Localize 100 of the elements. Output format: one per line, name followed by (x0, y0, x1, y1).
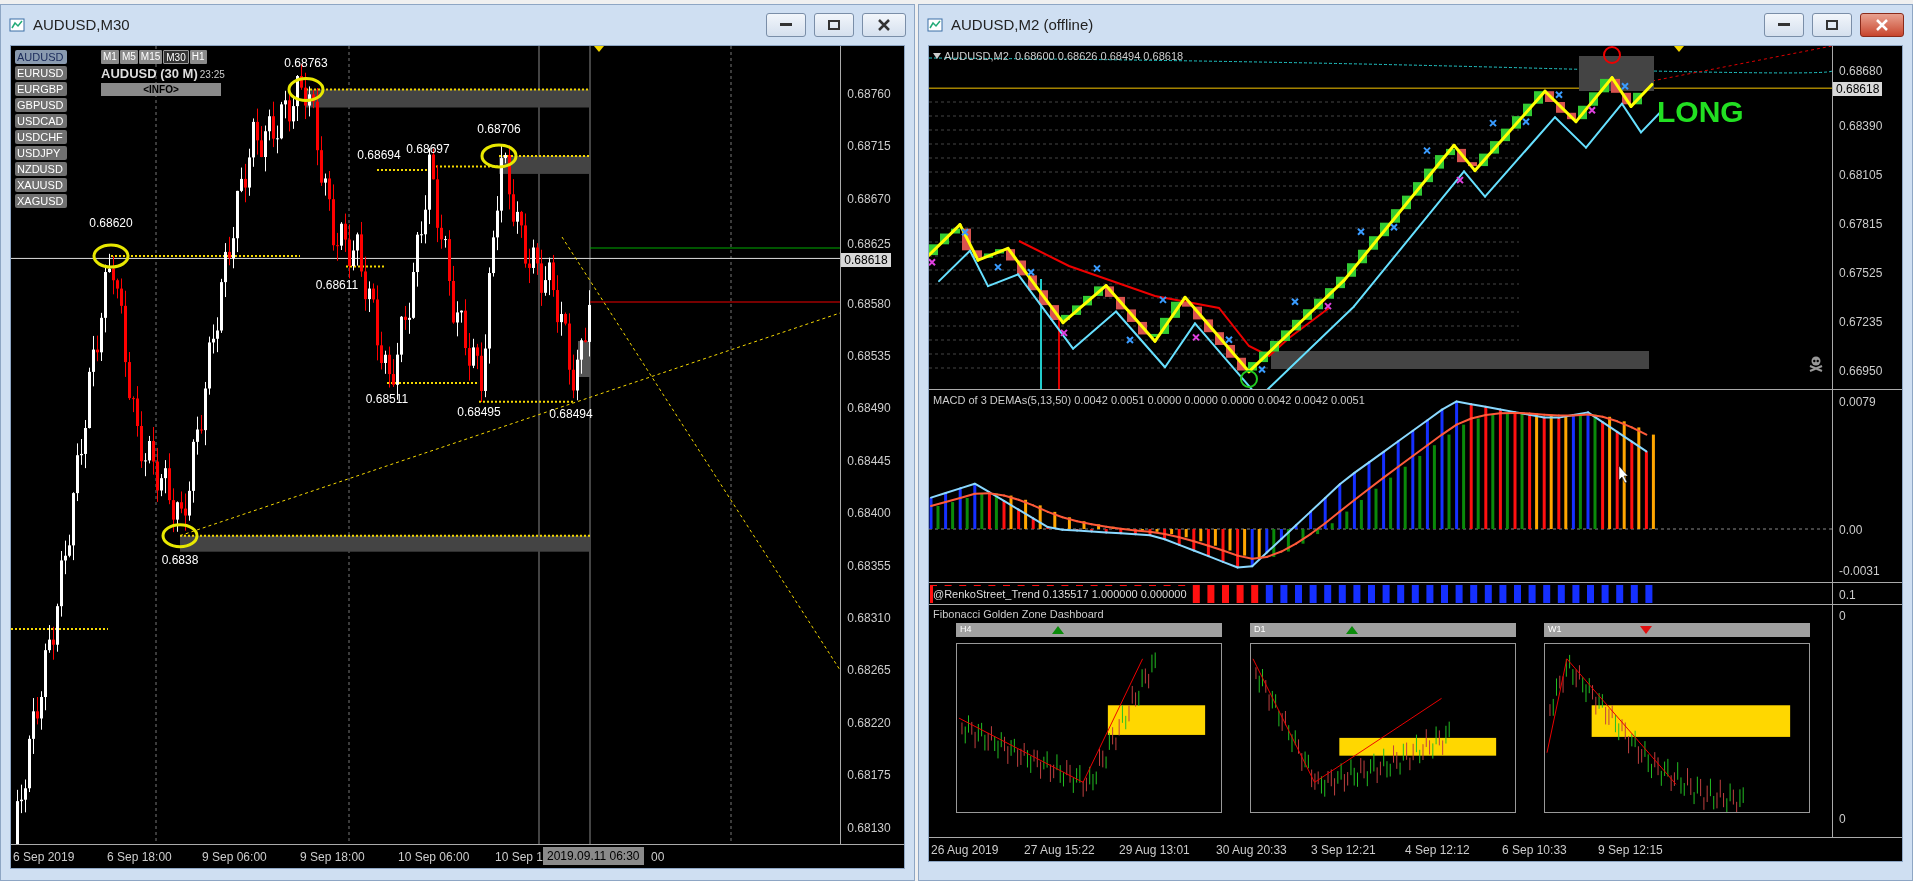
price-level-line (345, 265, 386, 268)
chart-window-icon (9, 17, 25, 33)
close-button[interactable] (862, 13, 906, 37)
price-axis-label: 0.68680 (1839, 63, 1883, 80)
price-label: 0.68611 (315, 277, 359, 294)
highlight-ellipse (92, 243, 130, 269)
window-title: AUDUSD,M30 (33, 14, 131, 35)
close-button[interactable] (1860, 13, 1904, 37)
sell-signal-circle (1603, 46, 1621, 64)
price-label: 0.68511 (365, 391, 409, 408)
price-label: 0.68694 (357, 147, 401, 164)
time-axis-label: 4 Sep 12:12 (1405, 842, 1470, 859)
maximize-button[interactable] (814, 13, 854, 37)
time-axis-label: 29 Aug 13:01 (1119, 842, 1190, 859)
price-axis-label: 0.67525 (1839, 265, 1883, 282)
price-axis-label: 0.68175 (847, 767, 891, 785)
price-axis-label: 0.68760 (847, 86, 891, 103)
time-axis-label: 6 Sep 10:33 (1502, 842, 1567, 859)
symbol-button[interactable]: USDCAD (15, 114, 67, 128)
time-axis-label: 6 Sep 2019 (13, 849, 75, 866)
timeframe-button[interactable]: M1 (101, 50, 119, 64)
highlight-ellipse (480, 143, 518, 169)
price-axis-label: 0.67235 (1839, 314, 1883, 331)
price-axis-label: 0.67815 (1839, 216, 1883, 233)
symbol-button[interactable]: GBPUSD (15, 98, 67, 112)
current-price-badge: 0.68618 (1833, 82, 1883, 97)
price-label: 0.68620 (89, 215, 133, 232)
timeframe-label: D1 (1253, 623, 1267, 637)
price-axis-label: 0.68580 (847, 295, 891, 313)
time-axis-label: 9 Sep 06:00 (202, 849, 267, 866)
time-axis-label: 27 Aug 15:22 (1024, 842, 1095, 859)
time-axis-label: 26 Aug 2019 (931, 842, 999, 859)
price-axis-label: 0.68220 (847, 714, 891, 732)
dashboard-axis-label: 0 (1839, 811, 1846, 828)
window-title: AUDUSD,M2 (offline) (951, 14, 1095, 35)
close-icon (1875, 19, 1889, 31)
price-axis-label: 0.68390 (1839, 118, 1883, 135)
chart-window-icon (927, 17, 943, 33)
symbol-button[interactable]: USDJPY (15, 146, 67, 160)
symbol-button[interactable]: XAUUSD (15, 178, 67, 192)
minimize-icon (780, 23, 792, 27)
price-axis-label: 0.68355 (847, 557, 891, 575)
price-axis-label: 0.68130 (847, 819, 891, 837)
time-axis-label: 9 Sep 18:00 (300, 849, 365, 866)
maximize-button[interactable] (1812, 13, 1852, 37)
chart-header: AUDUSD,M2 0.68600 0.68626 0.68494 0.68618 (944, 49, 1184, 64)
symbol-button[interactable]: NZDUSD (15, 162, 67, 176)
timeframe-button[interactable]: H1 (189, 50, 207, 64)
macd-axis-label: 0.00 (1839, 522, 1863, 539)
time-axis-label: 10 Sep 06:00 (398, 849, 470, 866)
timeframe-button[interactable]: M30 (163, 50, 189, 64)
price-axis-label: 0.68310 (847, 610, 891, 627)
price-label: 0.68495 (457, 404, 501, 421)
price-label: 0.6838 (161, 552, 199, 569)
minimize-icon (1778, 23, 1790, 27)
minimize-button[interactable] (1764, 13, 1804, 37)
skull-icon (1809, 356, 1823, 372)
price-label: 0.68494 (549, 406, 593, 423)
maximize-icon (1826, 20, 1838, 30)
maximize-icon (828, 20, 840, 30)
signal-label: LONG (1657, 96, 1744, 128)
time-axis-label: 9 Sep 12:15 (1598, 842, 1663, 859)
trend-header: @RenkoStreet_Trend 0.135517 1.000000 0.000000 (933, 586, 1187, 603)
price-axis-label: 0.66950 (1839, 363, 1883, 380)
time-axis-label: 3 Sep 12:21 (1311, 842, 1376, 859)
macd-axis-label: 0.0079 (1839, 394, 1876, 411)
price-axis-label: 0.68265 (847, 662, 891, 680)
timeframe-button[interactable]: M5 (119, 50, 138, 64)
price-axis-label: 0.68400 (847, 505, 891, 523)
close-icon (877, 19, 891, 31)
minimize-button[interactable] (766, 13, 806, 37)
time-axis-label: 00 (651, 849, 665, 866)
timeframe-label: H4 (959, 623, 973, 637)
price-label: 0.68763 (284, 55, 328, 72)
time-axis-label: 6 Sep 18:00 (107, 849, 172, 866)
symbol-button[interactable]: EURGBP (15, 82, 67, 96)
symbol-button[interactable]: XAGUSD (15, 194, 67, 208)
price-axis-label: 0.68670 (847, 190, 891, 208)
symbol-button[interactable]: AUDUSD (15, 50, 67, 64)
mouse-cursor-icon (1618, 465, 1629, 484)
time-cursor-badge: 2019.09.11 06:30 (543, 847, 644, 865)
bar-timer: 23:25 (199, 69, 225, 81)
time-axis-label: 30 Aug 20:33 (1216, 842, 1287, 859)
highlight-ellipse (161, 523, 199, 549)
current-price-badge: 0.68618 (841, 253, 891, 268)
timeframe-button[interactable]: M15 (138, 50, 163, 64)
symbol-button[interactable]: EURUSD (15, 66, 67, 80)
macd-axis-label: -0.0031 (1839, 563, 1880, 580)
highlight-ellipse (287, 77, 325, 102)
price-axis-label: 0.68445 (847, 452, 891, 470)
price-axis-label: 0.68535 (847, 348, 891, 365)
price-label: 0.68706 (477, 121, 521, 138)
symbol-period-title: AUDUSD (30 M) (101, 66, 198, 81)
time-axis-label: 10 Sep 1 (495, 849, 544, 866)
price-axis-label: 0.68490 (847, 400, 891, 418)
symbol-button[interactable]: USDCHF (15, 130, 67, 144)
price-axis-label: 0.68625 (847, 236, 891, 254)
info-button[interactable]: <INFO> (101, 83, 221, 96)
timeframe-label: W1 (1547, 623, 1563, 637)
collapse-triangle-icon[interactable] (933, 53, 941, 60)
